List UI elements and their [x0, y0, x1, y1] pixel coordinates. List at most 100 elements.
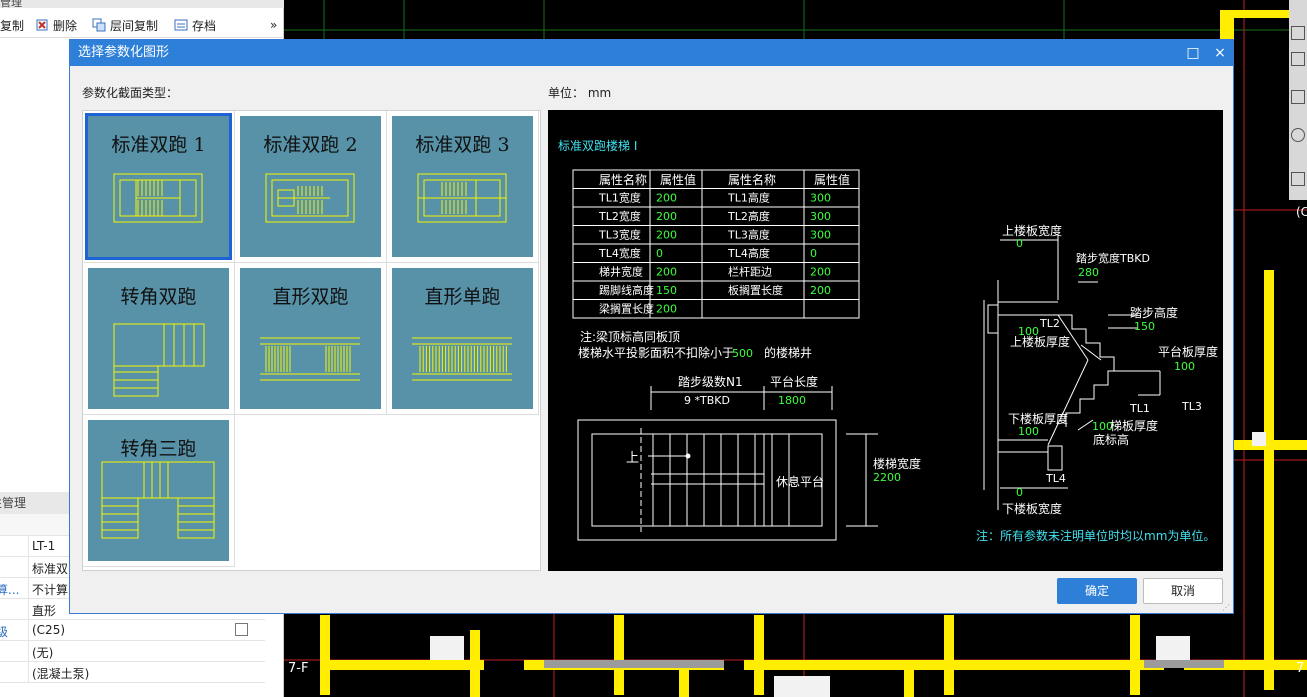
prop-value[interactable]: 不计算	[32, 581, 68, 598]
table-cell: 0	[656, 247, 663, 260]
view-box-icon[interactable]	[1291, 90, 1305, 104]
tread-width-value: 280	[1078, 266, 1099, 279]
shape-thumbnail[interactable]: 标准双跑 2	[240, 116, 381, 257]
toolbar-divider	[0, 37, 284, 38]
archive-button[interactable]: 存档	[174, 14, 216, 36]
archive-icon	[174, 19, 188, 31]
more-button[interactable]: »	[270, 14, 277, 36]
resize-grip-icon[interactable]: ⋰	[1222, 603, 1230, 612]
close-icon[interactable]: ×	[1207, 40, 1233, 66]
note-value: 500	[732, 347, 753, 360]
dialog-titlebar: 选择参数化图形	[70, 40, 1233, 66]
step-count-label: 踏步级数N1	[678, 374, 743, 389]
bottom-slab-thick-value: 100	[1018, 425, 1039, 438]
prop-row[interactable]: (混凝土泵)	[0, 662, 265, 683]
stair-width-value: 2200	[873, 471, 901, 484]
bottom-slab-thick-label: 下楼板厚度	[1008, 411, 1068, 426]
table-cell: 踢脚线高度	[599, 283, 654, 297]
table-cell: 200	[656, 210, 677, 223]
prop-divider	[28, 599, 29, 620]
left-panel-header: 管理	[0, 0, 284, 8]
table-header: 属性名称	[728, 172, 776, 187]
preview-panel: 标准双跑楼梯 I 属性名称 属性值 属性名称 属性值 TL1宽度 200 TL1高度 300 TL…	[548, 110, 1223, 571]
prop-row[interactable]: (无)	[0, 641, 265, 662]
copy-label: 复制	[0, 18, 25, 33]
prop-divider	[28, 578, 29, 599]
prop-value[interactable]: 直形	[32, 602, 56, 619]
delete-button[interactable]: 删除	[35, 14, 77, 36]
table-cell: 200	[656, 303, 677, 316]
note-line-2: 楼梯水平投影面积不扣除小于	[578, 345, 734, 360]
shape-thumbnail[interactable]: 直形单跑	[392, 268, 533, 409]
prop-key: 级	[0, 625, 9, 639]
tread-width-label: 踏步宽度TBKD	[1076, 251, 1150, 265]
delete-label: 删除	[53, 18, 78, 33]
prop-checkbox[interactable]	[235, 623, 248, 636]
table-cell: 200	[810, 266, 831, 279]
prop-row[interactable]: 级 (C25)	[0, 620, 265, 641]
preview-title: 标准双跑楼梯 I	[558, 138, 637, 153]
shape-tile[interactable]: 直形单跑	[387, 263, 539, 415]
table-cell: TL3宽度	[598, 228, 641, 242]
props-header: 属性管理	[0, 492, 70, 514]
prop-divider	[28, 536, 29, 557]
prop-value[interactable]: LT-1	[32, 539, 55, 553]
grid-icon[interactable]	[1291, 172, 1305, 186]
table-cell: 200	[656, 266, 677, 279]
tread-height-label: 踏步高度	[1130, 305, 1178, 320]
preview-footnote: 注：所有参数未注明单位时均以mm为单位。	[976, 528, 1215, 543]
maximize-icon[interactable]: □	[1180, 40, 1206, 66]
stair-width-label: 楼梯宽度	[873, 456, 921, 471]
table-header: 属性值	[814, 172, 850, 187]
table-cell: 梁搁置长度	[599, 302, 654, 316]
table-cell: 梯井宽度	[599, 265, 643, 279]
top-slab-width-value: 0	[1016, 237, 1023, 250]
shape-tile[interactable]: 标准双跑 1	[83, 111, 235, 263]
orbit-icon[interactable]	[1291, 128, 1305, 142]
stair-thick-label: 梯板厚度	[1110, 418, 1158, 433]
tread-height-value: 150	[1134, 320, 1155, 333]
more-label: »	[270, 18, 278, 32]
view-3d-icon[interactable]	[1291, 26, 1305, 40]
dialog-title: 选择参数化图形	[78, 45, 170, 60]
shape-thumbnail[interactable]: 转角三跑	[88, 420, 229, 561]
prop-value[interactable]: (混凝土泵)	[32, 665, 89, 682]
view-plan-icon[interactable]	[1291, 52, 1305, 66]
shape-tile[interactable]: 转角三跑	[83, 415, 235, 567]
tl4-label: TL4	[1045, 472, 1066, 485]
note-line-1: 注:梁顶标高同板顶	[580, 329, 680, 344]
table-header: 属性值	[660, 172, 696, 187]
shape-grid: 标准双跑 1 标准双跑 2 标准双跑 3 转角双跑 直形双跑 直形单跑转角三跑	[82, 110, 541, 571]
shape-thumbnail[interactable]: 转角双跑	[88, 268, 229, 409]
shape-tile[interactable]: 转角双跑	[83, 263, 235, 415]
table-cell: TL3高度	[727, 228, 770, 242]
shape-label: 直形单跑	[424, 286, 501, 308]
cancel-button[interactable]: 取消	[1143, 578, 1223, 604]
table-cell: 板搁置长度	[728, 283, 783, 297]
unit-label: 单位： mm	[548, 86, 612, 100]
shape-tile[interactable]: 标准双跑 3	[387, 111, 539, 263]
prop-value[interactable]: 标准双	[32, 560, 68, 577]
top-slab-width-label: 上楼板宽度	[1002, 223, 1062, 238]
prop-value[interactable]: (C25)	[32, 623, 65, 637]
floor-copy-button[interactable]: 层间复制	[92, 14, 158, 36]
shape-tile[interactable]: 直形双跑	[235, 263, 387, 415]
table-cell: TL4宽度	[598, 246, 641, 260]
note-line-2-end: 的楼梯井	[764, 345, 812, 360]
right-toolbar	[1289, 0, 1307, 200]
shape-thumbnail[interactable]: 标准双跑 3	[392, 116, 533, 257]
prop-divider	[28, 662, 29, 683]
prop-key: 算...	[0, 583, 20, 597]
shape-tile[interactable]: 标准双跑 2	[235, 111, 387, 263]
ok-button[interactable]: 确定	[1057, 578, 1137, 604]
axis-label-left: 7-F	[288, 661, 308, 676]
top-slab-thick-label: 上楼板厚度	[1010, 334, 1070, 349]
shape-label: 转角双跑	[120, 286, 197, 308]
shape-label: 直形双跑	[272, 286, 349, 308]
floor-copy-label: 层间复制	[110, 18, 159, 33]
table-cell: 300	[810, 229, 831, 242]
prop-value[interactable]: (无)	[32, 644, 53, 661]
copy-button[interactable]: 复制	[0, 14, 24, 36]
shape-thumbnail[interactable]: 直形双跑	[240, 268, 381, 409]
shape-thumbnail[interactable]: 标准双跑 1	[85, 113, 232, 260]
